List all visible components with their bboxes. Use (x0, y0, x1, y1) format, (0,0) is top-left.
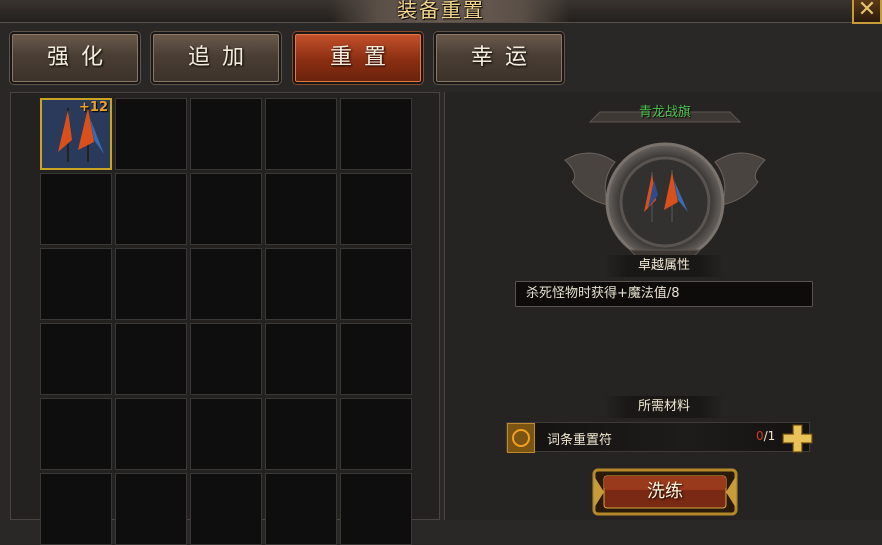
inventory-panel: +12 (10, 92, 440, 545)
inventory-slot[interactable] (340, 173, 412, 245)
inventory-slot[interactable] (115, 323, 187, 395)
plus-icon (782, 424, 813, 453)
inventory-slot[interactable] (265, 473, 337, 545)
material-name: 词条重置符 (547, 433, 613, 448)
inventory-slot[interactable] (115, 398, 187, 470)
excellent-attr-value: 杀死怪物时获得+魔法值/8 (515, 281, 813, 307)
inventory-slot[interactable] (265, 98, 337, 170)
excellent-attr-label: 卓越属性 (604, 255, 724, 277)
required-material-label: 所需材料 (604, 396, 724, 418)
tab-reset[interactable]: 重置 (293, 32, 423, 84)
material-count: 0/1 (756, 429, 776, 443)
close-icon: ✕ (857, 0, 877, 22)
inventory-slot[interactable] (190, 173, 262, 245)
tab-enhance[interactable]: 强化 (10, 32, 140, 84)
inventory-slot[interactable] (340, 248, 412, 320)
inventory-slot[interactable] (115, 473, 187, 545)
inventory-slot[interactable] (340, 398, 412, 470)
inventory-slot[interactable] (340, 98, 412, 170)
item-name: 青龙战旗 (638, 105, 691, 120)
inventory-slot[interactable] (40, 398, 112, 470)
inventory-slot[interactable] (190, 473, 262, 545)
window-title: 装备重置 (397, 0, 485, 22)
tab-luck[interactable]: 幸运 (434, 32, 564, 84)
inventory-slot[interactable] (190, 98, 262, 170)
inventory-slot[interactable] (190, 398, 262, 470)
inventory-slot[interactable] (40, 323, 112, 395)
inventory-slot[interactable] (40, 473, 112, 545)
inventory-slot[interactable] (40, 173, 112, 245)
close-button[interactable]: ✕ (852, 0, 882, 24)
inventory-slot[interactable] (190, 323, 262, 395)
inventory-slot[interactable] (115, 173, 187, 245)
inventory-slot-selected[interactable]: +12 (40, 98, 112, 170)
inventory-slot[interactable] (190, 248, 262, 320)
inventory-slot[interactable] (340, 473, 412, 545)
inventory-slot[interactable] (340, 323, 412, 395)
tab-append[interactable]: 追加 (151, 32, 281, 84)
reset-rune-icon[interactable] (507, 423, 535, 453)
inventory-slot[interactable] (265, 173, 337, 245)
inventory-slot[interactable] (265, 248, 337, 320)
inventory-slot[interactable] (115, 248, 187, 320)
inventory-slot[interactable] (40, 248, 112, 320)
item-emblem-frame (564, 111, 766, 260)
inventory-slot[interactable] (265, 323, 337, 395)
refine-button[interactable]: 洗练 (592, 466, 738, 518)
inventory-slot[interactable] (115, 98, 187, 170)
inventory-slot[interactable] (265, 398, 337, 470)
item-level-badge: +12 (79, 100, 108, 115)
add-material-button[interactable] (780, 422, 814, 454)
